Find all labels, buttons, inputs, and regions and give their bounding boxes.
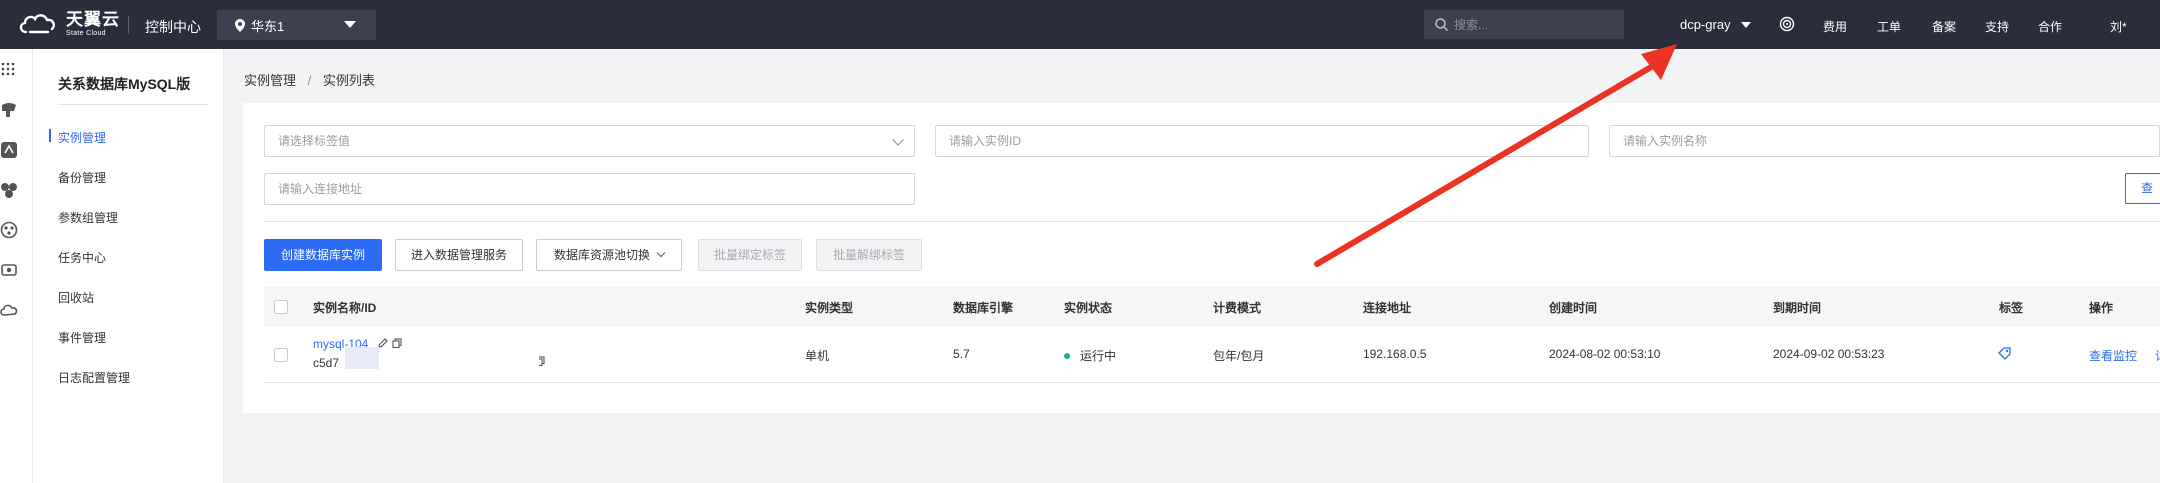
annotation-arrow-icon: [1314, 44, 1677, 267]
